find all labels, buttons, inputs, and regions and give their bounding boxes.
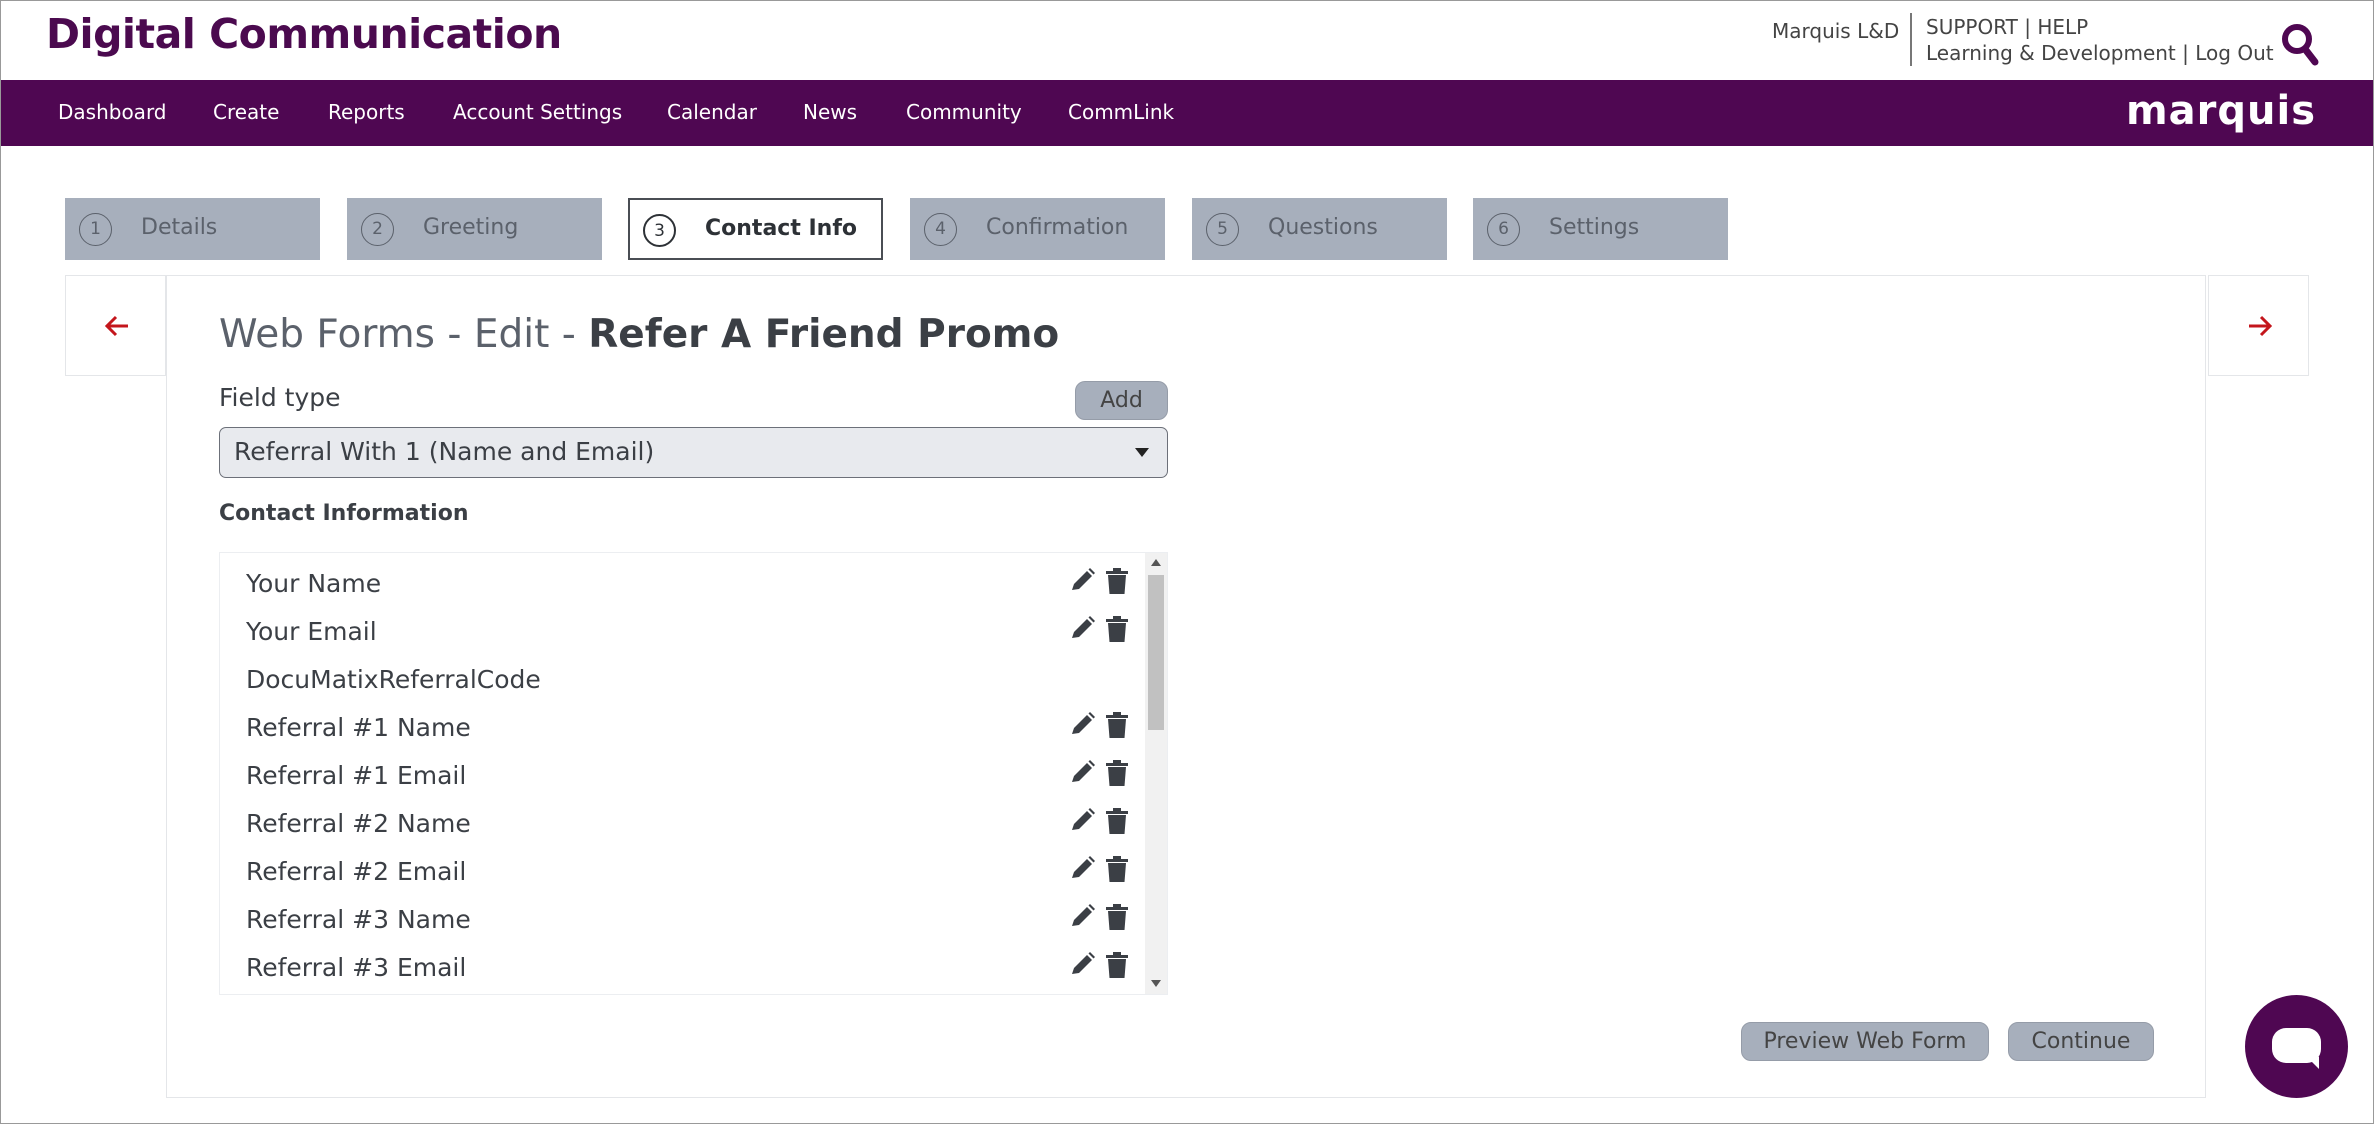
nav-news[interactable]: News xyxy=(803,100,857,124)
previous-step-button[interactable] xyxy=(65,275,166,376)
next-step-button[interactable] xyxy=(2208,275,2309,376)
preview-web-form-button[interactable]: Preview Web Form xyxy=(1741,1022,1989,1061)
continue-button[interactable]: Continue xyxy=(2008,1022,2154,1061)
trash-icon[interactable] xyxy=(1105,710,1129,740)
support-link[interactable]: SUPPORT xyxy=(1926,15,2018,39)
step-number: 2 xyxy=(361,213,394,246)
step-number: 5 xyxy=(1206,213,1239,246)
link-separator: | xyxy=(2182,41,2189,65)
logout-link[interactable]: Log Out xyxy=(2195,41,2273,65)
chat-button[interactable] xyxy=(2245,995,2348,1098)
arrow-right-icon xyxy=(2249,315,2273,337)
nav-commlink[interactable]: CommLink xyxy=(1068,100,1174,124)
help-link[interactable]: HELP xyxy=(2037,15,2088,39)
step-label: Greeting xyxy=(423,215,519,240)
list-item: Referral #3 Name xyxy=(246,899,1129,939)
field-label: Referral #1 Name xyxy=(246,713,471,742)
list-item: DocuMatixReferralCode xyxy=(246,659,1126,699)
step-questions[interactable]: 5 Questions xyxy=(1192,198,1447,260)
nav-reports[interactable]: Reports xyxy=(328,100,405,124)
page-title: Web Forms - Edit - Refer A Friend Promo xyxy=(219,312,1059,357)
web-form-name: Refer A Friend Promo xyxy=(588,312,1060,357)
marquis-logo: marquis xyxy=(2126,88,2317,134)
step-label: Settings xyxy=(1549,215,1640,240)
main-nav: Dashboard Create Reports Account Setting… xyxy=(0,80,2374,146)
step-details[interactable]: 1 Details xyxy=(65,198,320,260)
trash-icon[interactable] xyxy=(1105,950,1129,980)
step-number: 6 xyxy=(1487,213,1520,246)
list-item: Your Name xyxy=(246,563,1129,603)
step-label: Details xyxy=(141,215,218,240)
field-label: Referral #3 Email xyxy=(246,953,467,982)
search-icon[interactable] xyxy=(2280,22,2320,68)
scroll-thumb[interactable] xyxy=(1148,575,1164,730)
chat-bubble-tail xyxy=(2301,1057,2319,1069)
step-label: Questions xyxy=(1268,215,1378,240)
pencil-icon[interactable] xyxy=(1068,758,1096,788)
top-header: Digital Communication Marquis L&D SUPPOR… xyxy=(0,0,2374,80)
nav-calendar[interactable]: Calendar xyxy=(667,100,757,124)
scroll-up-icon[interactable] xyxy=(1151,559,1161,566)
field-label: Referral #2 Email xyxy=(246,857,467,886)
field-label: DocuMatixReferralCode xyxy=(246,665,541,694)
pencil-icon[interactable] xyxy=(1068,566,1096,596)
account-links: Learning & Development | Log Out xyxy=(1926,41,2274,65)
support-help-links: SUPPORT | HELP xyxy=(1926,15,2088,39)
step-confirmation[interactable]: 4 Confirmation xyxy=(910,198,1165,260)
app-title: Digital Communication xyxy=(46,10,562,58)
field-type-select[interactable]: Referral With 1 (Name and Email) xyxy=(219,427,1168,478)
trash-icon[interactable] xyxy=(1105,902,1129,932)
list-item: Referral #3 Email xyxy=(246,947,1129,987)
field-label: Referral #1 Email xyxy=(246,761,467,790)
step-label: Contact Info xyxy=(705,216,858,241)
field-label: Your Name xyxy=(246,569,382,598)
trash-icon[interactable] xyxy=(1105,566,1129,596)
trash-icon[interactable] xyxy=(1105,758,1129,788)
trash-icon[interactable] xyxy=(1105,806,1129,836)
pencil-icon[interactable] xyxy=(1068,854,1096,884)
list-item: Your Email xyxy=(246,611,1129,651)
pencil-icon[interactable] xyxy=(1068,950,1096,980)
pencil-icon[interactable] xyxy=(1068,806,1096,836)
field-type-value: Referral With 1 (Name and Email) xyxy=(234,437,655,466)
nav-community[interactable]: Community xyxy=(906,100,1022,124)
step-number: 1 xyxy=(79,213,112,246)
page-title-prefix: Web Forms - Edit - xyxy=(219,312,589,357)
add-field-button[interactable]: Add xyxy=(1075,381,1168,420)
contact-fields-list[interactable]: Your Name Your Email DocuMatixReferralCo… xyxy=(219,552,1168,995)
contact-information-heading: Contact Information xyxy=(219,501,469,526)
field-label: Your Email xyxy=(246,617,377,646)
pencil-icon[interactable] xyxy=(1068,614,1096,644)
step-number: 4 xyxy=(924,213,957,246)
header-divider xyxy=(1910,13,1912,66)
field-type-label: Field type xyxy=(219,383,341,412)
step-contact-info[interactable]: 3 Contact Info xyxy=(628,198,883,260)
list-item: Referral #1 Name xyxy=(246,707,1129,747)
step-number: 3 xyxy=(643,214,676,247)
trash-icon[interactable] xyxy=(1105,614,1129,644)
list-scrollbar[interactable] xyxy=(1145,553,1167,994)
link-separator: | xyxy=(2024,15,2031,39)
nav-create[interactable]: Create xyxy=(213,100,279,124)
field-label: Referral #3 Name xyxy=(246,905,471,934)
nav-dashboard[interactable]: Dashboard xyxy=(58,100,167,124)
pencil-icon[interactable] xyxy=(1068,902,1096,932)
list-item: Referral #2 Email xyxy=(246,851,1129,891)
list-item: Referral #2 Name xyxy=(246,803,1129,843)
list-item: Referral #1 Email xyxy=(246,755,1129,795)
step-settings[interactable]: 6 Settings xyxy=(1473,198,1728,260)
user-account-name[interactable]: Marquis L&D xyxy=(1772,19,1899,43)
trash-icon[interactable] xyxy=(1105,854,1129,884)
step-label: Confirmation xyxy=(986,215,1129,240)
field-label: Referral #2 Name xyxy=(246,809,471,838)
caret-down-icon xyxy=(1135,448,1149,457)
learning-development-link[interactable]: Learning & Development xyxy=(1926,41,2176,65)
arrow-left-icon xyxy=(104,315,128,337)
nav-account-settings[interactable]: Account Settings xyxy=(453,100,622,124)
scroll-down-icon[interactable] xyxy=(1151,980,1161,987)
step-greeting[interactable]: 2 Greeting xyxy=(347,198,602,260)
pencil-icon[interactable] xyxy=(1068,710,1096,740)
